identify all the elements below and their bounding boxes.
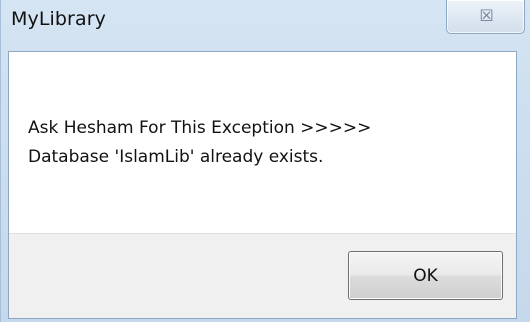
dialog-window: MyLibrary ☒ Ask Hesham For This Exceptio… bbox=[0, 0, 530, 322]
window-title: MyLibrary bbox=[11, 8, 106, 30]
message-area: Ask Hesham For This Exception >>>>> Data… bbox=[9, 52, 516, 233]
close-button[interactable]: ☒ bbox=[446, 0, 525, 34]
close-icon: ☒ bbox=[479, 6, 494, 25]
message-line-2: Database 'IslamLib' already exists. bbox=[28, 147, 324, 167]
dialog-client-area: Ask Hesham For This Exception >>>>> Data… bbox=[8, 51, 517, 319]
button-bar: OK bbox=[9, 233, 516, 318]
ok-button[interactable]: OK bbox=[348, 251, 503, 300]
message-line-1: Ask Hesham For This Exception >>>>> bbox=[28, 118, 372, 138]
